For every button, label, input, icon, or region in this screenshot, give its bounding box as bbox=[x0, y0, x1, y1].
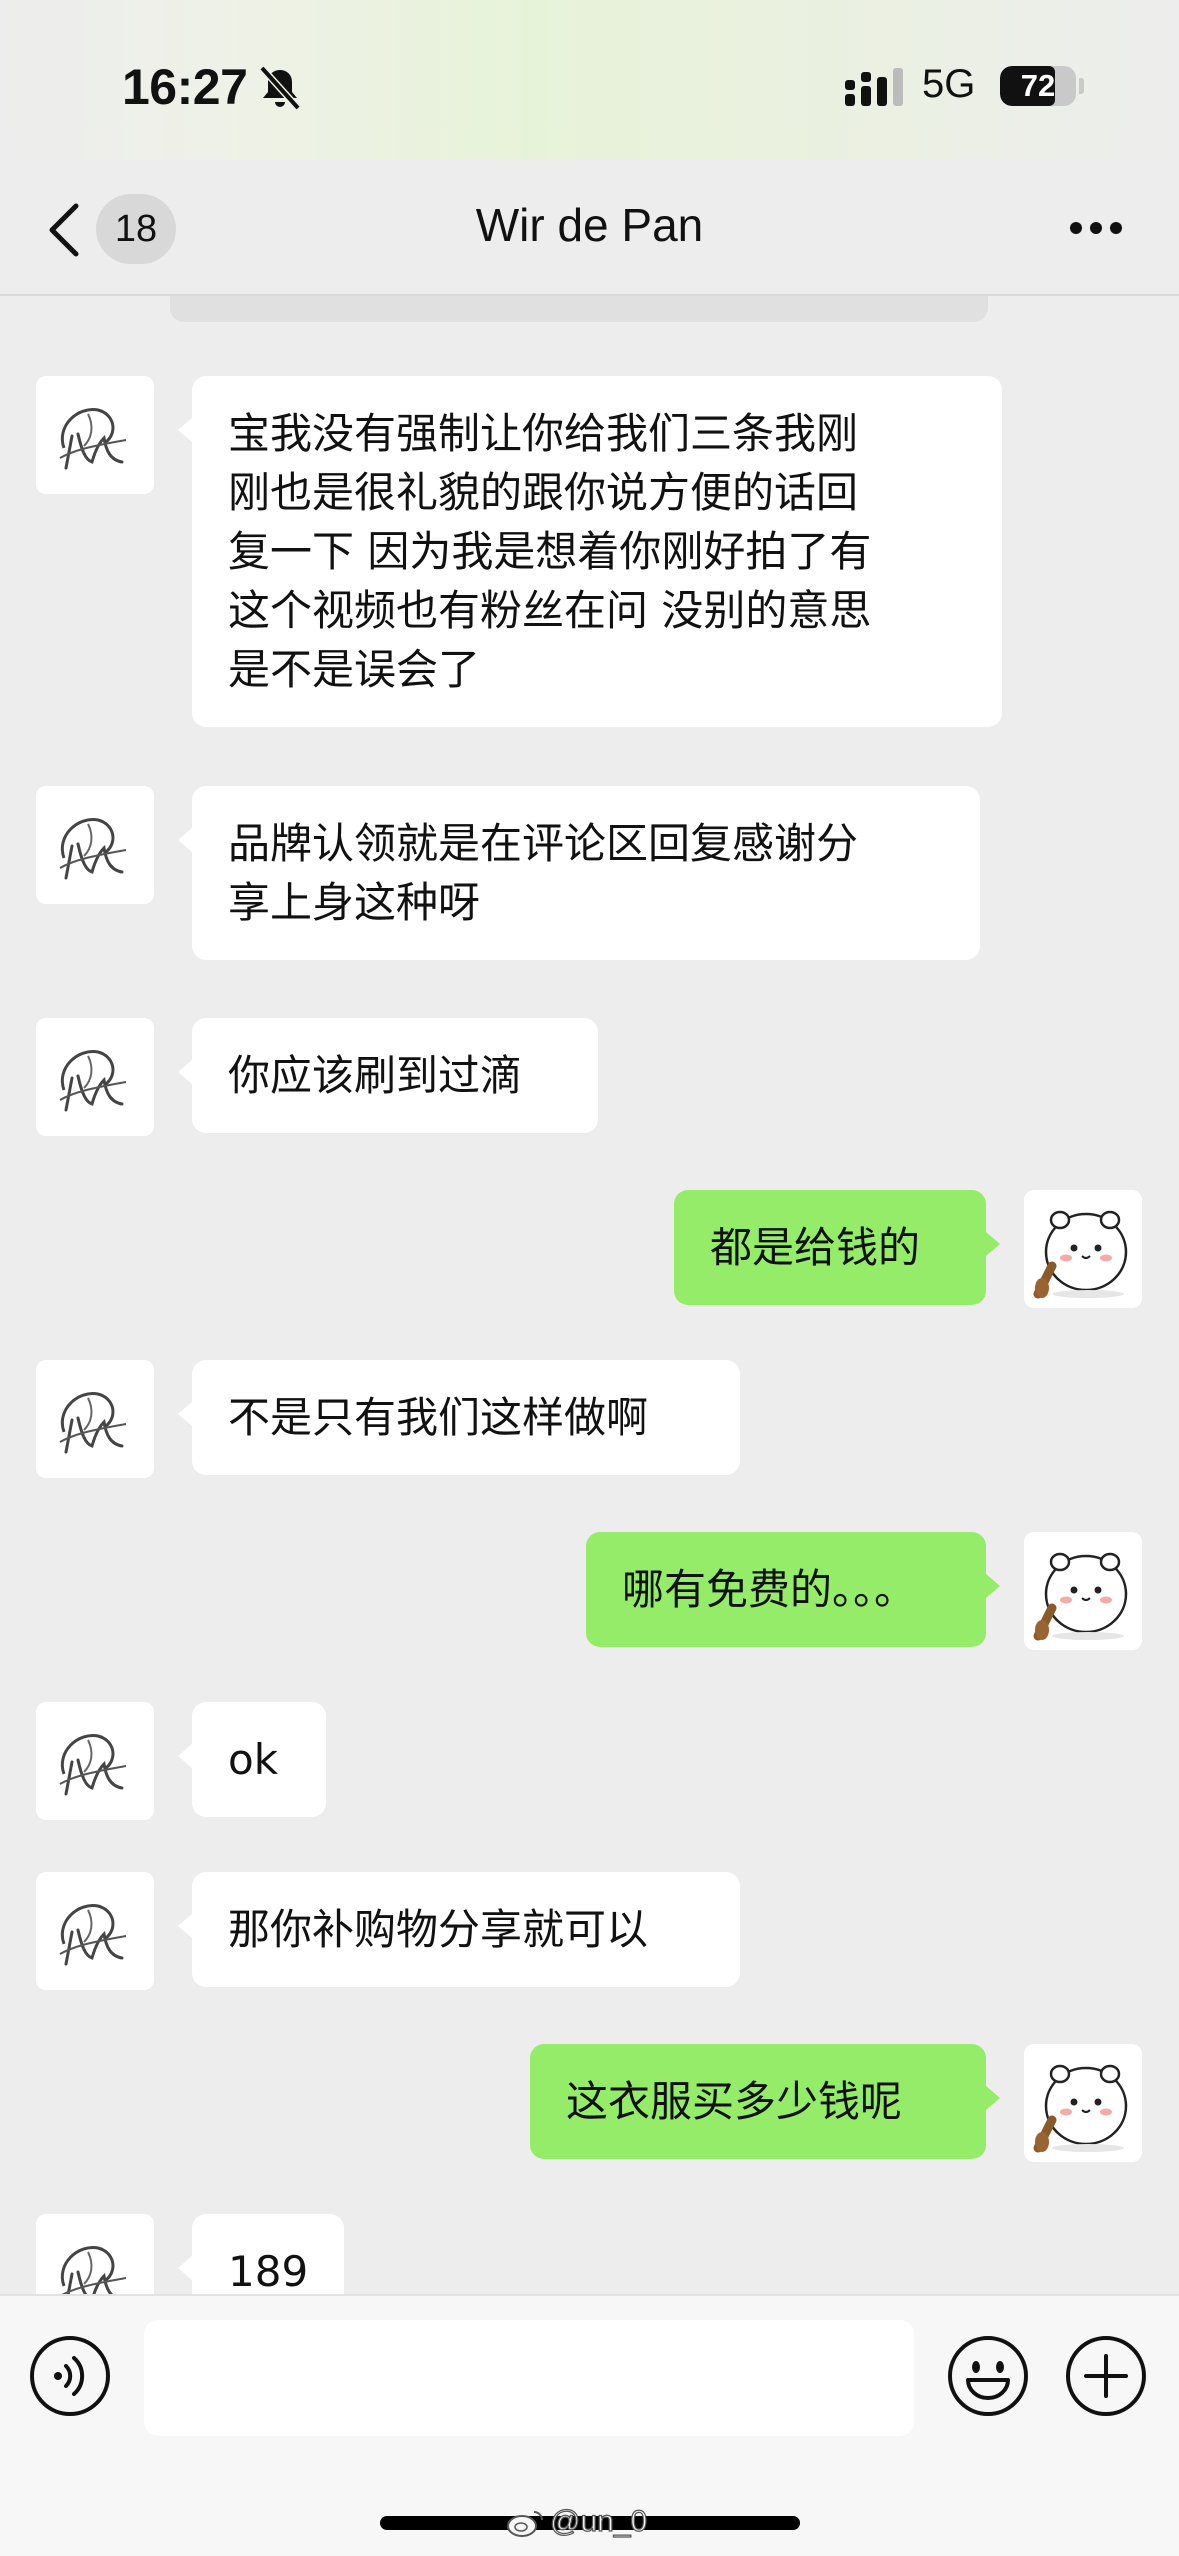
status-time: 16:27 bbox=[122, 59, 248, 115]
status-bar: 16:27 5G 72 bbox=[0, 0, 1179, 160]
contact-avatar[interactable] bbox=[36, 1360, 154, 1478]
chat-header: Wir de Pan 18 bbox=[0, 160, 1179, 295]
message-bubble[interactable]: 宝我没有强制让你给我们三条我刚 刚也是很礼貌的跟你说方便的话回 复一下 因为我是… bbox=[178, 376, 1002, 727]
plus-circle-icon[interactable] bbox=[1064, 2334, 1148, 2418]
battery-percent: 72 bbox=[1020, 68, 1056, 103]
contact-avatar[interactable] bbox=[36, 376, 154, 494]
message-bubble[interactable]: ok bbox=[178, 1702, 326, 1817]
message-list[interactable]: 宝我没有强制让你给我们三条我刚 刚也是很礼貌的跟你说方便的话回 复一下 因为我是… bbox=[0, 296, 1179, 2294]
contact-avatar[interactable] bbox=[36, 1018, 154, 1136]
message-bubble[interactable]: 这衣服买多少钱呢 bbox=[530, 2044, 1000, 2159]
watermark: @un_0 bbox=[506, 2502, 648, 2542]
previous-message-bubble bbox=[170, 296, 988, 322]
unread-count-badge[interactable]: 18 bbox=[96, 194, 176, 264]
message-bubble[interactable]: 189 bbox=[178, 2214, 344, 2294]
message-bubble[interactable]: 都是给钱的 bbox=[674, 1190, 1000, 1305]
input-bar: @un_0 bbox=[0, 2294, 1179, 2556]
self-avatar[interactable] bbox=[1024, 1190, 1142, 1308]
message-bubble[interactable]: 不是只有我们这样做啊 bbox=[178, 1360, 740, 1475]
chat-title: Wir de Pan bbox=[475, 199, 704, 251]
contact-avatar[interactable] bbox=[36, 786, 154, 904]
message-bubble[interactable]: 你应该刷到过滴 bbox=[178, 1018, 598, 1133]
network-type: 5G bbox=[922, 62, 976, 106]
contact-avatar[interactable] bbox=[36, 2214, 154, 2294]
contact-avatar[interactable] bbox=[36, 1702, 154, 1820]
watermark-text: @un_0 bbox=[549, 2504, 648, 2538]
contact-avatar[interactable] bbox=[36, 1872, 154, 1990]
signal-bars-icon bbox=[845, 68, 903, 106]
bell-slash-icon bbox=[259, 65, 301, 111]
message-bubble[interactable]: 品牌认领就是在评论区回复感谢分 享上身这种呀 bbox=[178, 786, 980, 960]
chevron-left-icon[interactable] bbox=[44, 200, 84, 260]
message-bubble[interactable]: 哪有免费的。。。 bbox=[586, 1532, 1000, 1647]
message-bubble[interactable]: 那你补购物分享就可以 bbox=[178, 1872, 740, 1987]
self-avatar[interactable] bbox=[1024, 1532, 1142, 1650]
voice-wave-icon[interactable] bbox=[28, 2334, 112, 2418]
battery-nub bbox=[1079, 78, 1084, 94]
message-input[interactable] bbox=[144, 2320, 914, 2436]
self-avatar[interactable] bbox=[1024, 2044, 1142, 2162]
battery-indicator: 72 bbox=[1000, 66, 1076, 106]
ellipsis-icon[interactable] bbox=[1068, 220, 1124, 236]
smiley-face-icon[interactable] bbox=[946, 2334, 1030, 2418]
weibo-logo-icon bbox=[507, 2511, 543, 2537]
